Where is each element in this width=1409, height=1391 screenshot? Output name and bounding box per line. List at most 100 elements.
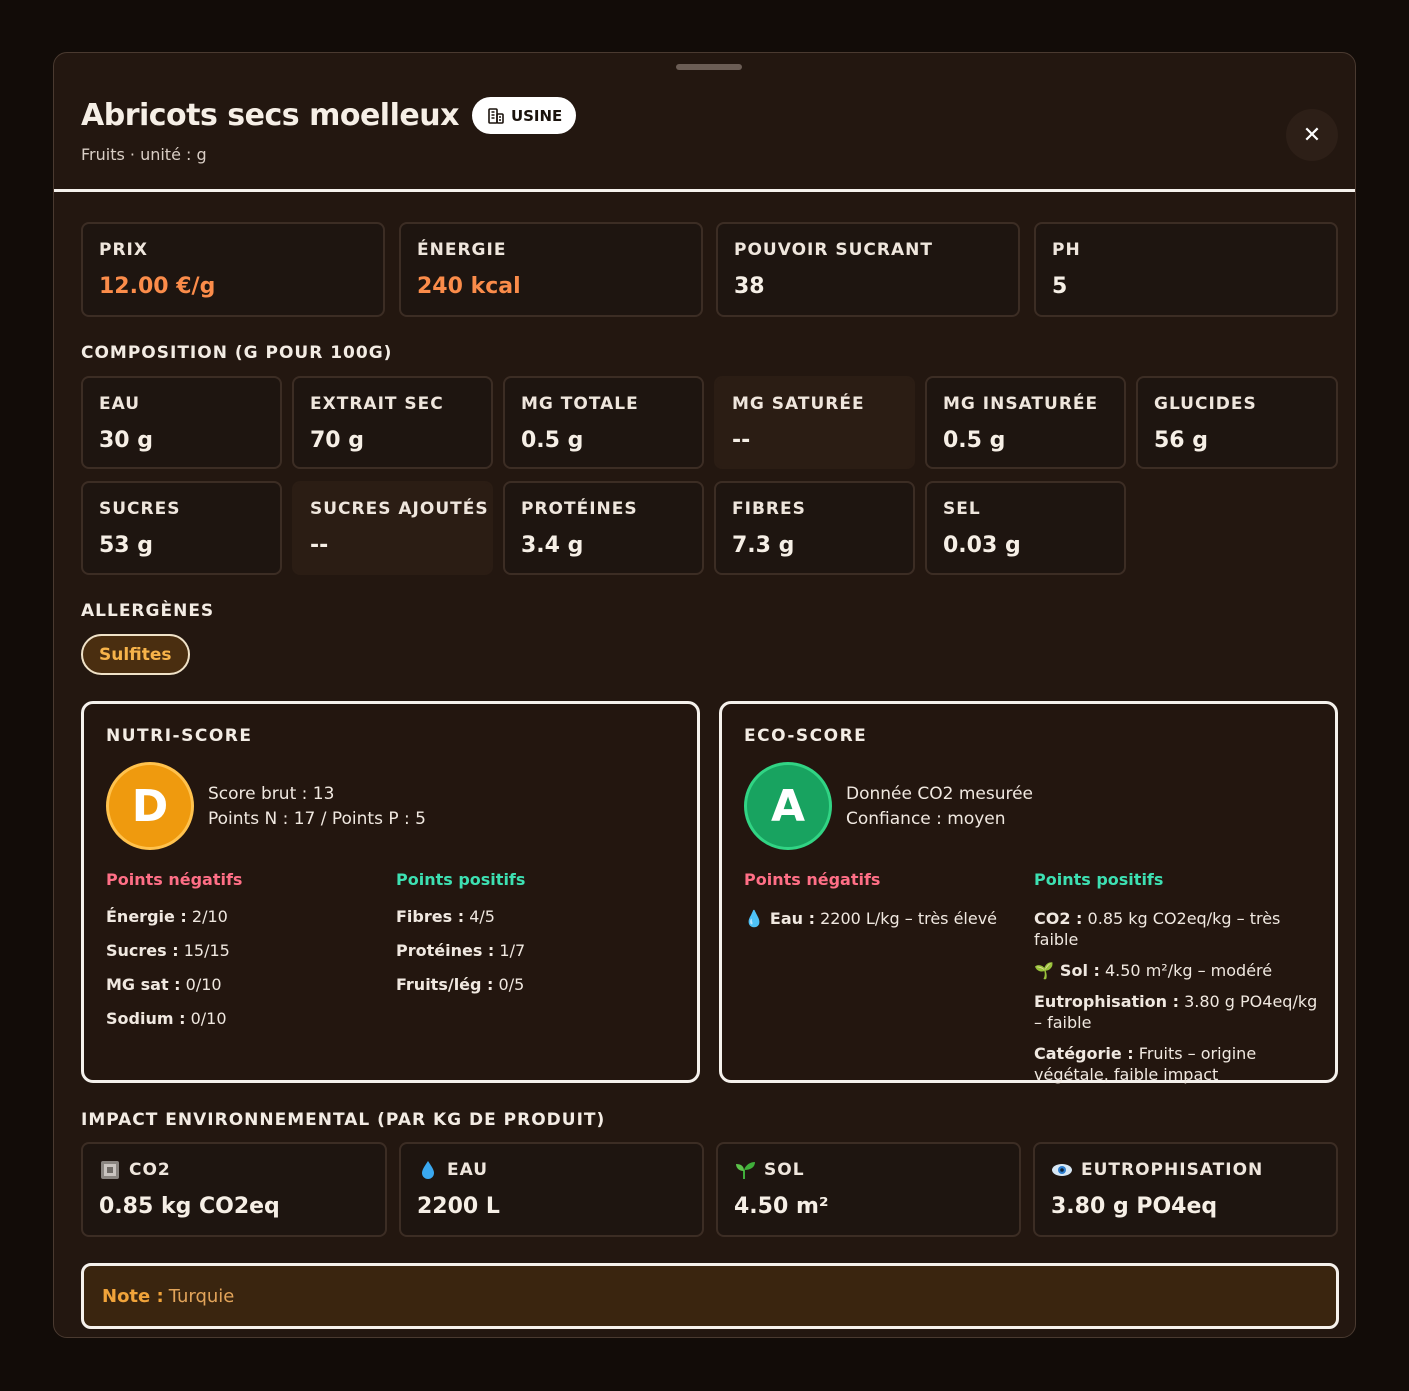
stat-value: 12.00 €/g bbox=[99, 274, 216, 299]
close-button[interactable]: ✕ bbox=[1286, 109, 1338, 161]
eye-icon bbox=[1051, 1160, 1073, 1180]
list-item: MG sat : 0/10 bbox=[106, 975, 222, 994]
impact-value: 2200 L bbox=[417, 1194, 500, 1219]
stat-label: PRIX bbox=[99, 240, 148, 260]
composition-card-fibres: FIBRES 7.3 g bbox=[714, 481, 915, 575]
impact-value: 3.80 g PO4eq bbox=[1051, 1194, 1218, 1219]
nutri-raw-score: Score brut : 13 bbox=[208, 784, 335, 804]
impact-card-eutrophisation: EUTROPHISATION 3.80 g PO4eq bbox=[1033, 1142, 1338, 1237]
product-title: Abricots secs moelleux bbox=[81, 98, 459, 133]
nutri-score-panel: NUTRI-SCORE D Score brut : 13 Points N :… bbox=[81, 701, 700, 1083]
usine-badge: USINE bbox=[471, 97, 577, 134]
comp-label: EXTRAIT SEC bbox=[310, 394, 444, 414]
composition-card-eau: EAU 30 g bbox=[81, 376, 282, 469]
comp-label: EAU bbox=[99, 394, 141, 414]
eco-negative-title: Points négatifs bbox=[744, 870, 881, 889]
impact-value: 4.50 m² bbox=[734, 1194, 829, 1219]
list-item: Énergie : 2/10 bbox=[106, 907, 228, 926]
factory-icon bbox=[488, 107, 504, 124]
usine-badge-label: USINE bbox=[510, 106, 563, 125]
nutri-grade: D bbox=[106, 762, 194, 850]
list-item: Eutrophisation : 3.80 g PO4eq/kg – faibl… bbox=[1034, 992, 1318, 1032]
comp-label: SUCRES AJOUTÉS bbox=[310, 499, 489, 519]
list-item: Catégorie : Fruits – origine végétale, f… bbox=[1034, 1044, 1257, 1084]
composition-title: COMPOSITION (G POUR 100G) bbox=[81, 343, 393, 363]
list-item: Sodium : 0/10 bbox=[106, 1009, 227, 1028]
allergen-chip[interactable]: Sulfites bbox=[81, 634, 190, 675]
impact-card-co2: CO2 0.85 kg CO2eq bbox=[81, 1142, 387, 1237]
comp-label: MG INSATURÉE bbox=[943, 394, 1099, 414]
list-item: Sucres : 15/15 bbox=[106, 941, 230, 960]
modal-header: Abricots secs moelleux USINE Fruits · un… bbox=[54, 53, 1355, 192]
eco-grade: A bbox=[744, 762, 832, 850]
comp-value: 56 g bbox=[1154, 428, 1209, 453]
stat-value: 240 kcal bbox=[417, 274, 521, 299]
comp-value: 30 g bbox=[99, 428, 154, 453]
note-box: Note : Turquie bbox=[81, 1263, 1339, 1329]
impact-card-sol: SOL 4.50 m² bbox=[716, 1142, 1021, 1237]
impact-card-eau: EAU 2200 L bbox=[399, 1142, 704, 1237]
composition-card-sucres-ajoutes: SUCRES AJOUTÉS -- bbox=[292, 481, 493, 575]
comp-value: -- bbox=[732, 428, 751, 453]
composition-card-mg-saturee: MG SATURÉE -- bbox=[714, 376, 915, 469]
stat-value: 5 bbox=[1052, 274, 1068, 299]
factory-icon bbox=[99, 1160, 121, 1180]
nutri-score-title: NUTRI-SCORE bbox=[106, 726, 253, 746]
nutri-info: Score brut : 13 Points N : 17 / Points P… bbox=[208, 782, 426, 832]
composition-card-sel: SEL 0.03 g bbox=[925, 481, 1126, 575]
eco-positive-list: CO2 : 0.85 kg CO2eq/kg – très faible 🌱 So… bbox=[1034, 908, 1319, 1095]
eco-score-title: ECO-SCORE bbox=[744, 726, 868, 746]
comp-value: 3.4 g bbox=[521, 533, 584, 558]
comp-value: 7.3 g bbox=[732, 533, 795, 558]
comp-label: FIBRES bbox=[732, 499, 806, 519]
comp-value: 0.5 g bbox=[943, 428, 1006, 453]
list-item: 💧 Eau : 2200 L/kg – très élevé bbox=[744, 909, 998, 928]
nutri-positive-list: Fibres : 4/5 Protéines : 1/7 Fruits/lég … bbox=[396, 908, 681, 1010]
composition-card-glucides: GLUCIDES 56 g bbox=[1136, 376, 1338, 469]
impact-label: SOL bbox=[734, 1160, 805, 1180]
impact-label: EUTROPHISATION bbox=[1051, 1160, 1263, 1180]
eco-positive-title: Points positifs bbox=[1034, 870, 1164, 889]
list-item: Protéines : 1/7 bbox=[396, 941, 526, 960]
seedling-icon: 🌱 bbox=[1034, 961, 1054, 980]
eco-confidence: Confiance : moyen bbox=[846, 809, 1006, 829]
comp-label: SEL bbox=[943, 499, 981, 519]
nutri-positive-title: Points positifs bbox=[396, 870, 526, 889]
comp-label: GLUCIDES bbox=[1154, 394, 1257, 414]
comp-value: -- bbox=[310, 533, 329, 558]
comp-label: PROTÉINES bbox=[521, 499, 638, 519]
comp-value: 70 g bbox=[310, 428, 365, 453]
comp-label: MG SATURÉE bbox=[732, 394, 865, 414]
nutri-negative-title: Points négatifs bbox=[106, 870, 243, 889]
impact-value: 0.85 kg CO2eq bbox=[99, 1194, 280, 1219]
composition-card-proteines: PROTÉINES 3.4 g bbox=[503, 481, 704, 575]
stat-label: ÉNERGIE bbox=[417, 240, 507, 260]
droplet-icon bbox=[417, 1160, 439, 1180]
note-value: Turquie bbox=[168, 1285, 235, 1307]
comp-label: SUCRES bbox=[99, 499, 181, 519]
list-item: Fibres : 4/5 bbox=[396, 907, 495, 926]
stat-card-sweetness: POUVOIR SUCRANT 38 bbox=[716, 222, 1020, 317]
stat-value: 38 bbox=[734, 274, 765, 299]
list-item: 🌱 Sol : 4.50 m²/kg – modéré bbox=[1034, 961, 1273, 980]
comp-label: MG TOTALE bbox=[521, 394, 639, 414]
comp-value: 0.03 g bbox=[943, 533, 1021, 558]
eco-co2-source: Donnée CO2 mesurée bbox=[846, 784, 1034, 804]
impact-label: CO2 bbox=[99, 1160, 171, 1180]
product-detail-modal: Abricots secs moelleux USINE Fruits · un… bbox=[53, 52, 1356, 1338]
stat-label: POUVOIR SUCRANT bbox=[734, 240, 933, 260]
stat-card-ph: PH 5 bbox=[1034, 222, 1338, 317]
stat-label: PH bbox=[1052, 240, 1081, 260]
seedling-icon bbox=[734, 1160, 756, 1180]
title-row: Abricots secs moelleux USINE bbox=[81, 97, 577, 134]
allergens-title: ALLERGÈNES bbox=[81, 601, 215, 621]
eco-score-panel: ECO-SCORE A Donnée CO2 mesurée Confiance… bbox=[719, 701, 1338, 1084]
eco-info: Donnée CO2 mesurée Confiance : moyen bbox=[846, 782, 1033, 832]
impact-title: IMPACT ENVIRONNEMENTAL (PAR KG DE PRODUI… bbox=[81, 1110, 606, 1130]
product-subtitle: Fruits · unité : g bbox=[81, 145, 207, 164]
nutri-negative-list: Énergie : 2/10 Sucres : 15/15 MG sat : 0… bbox=[106, 908, 391, 1044]
composition-card-mg-totale: MG TOTALE 0.5 g bbox=[503, 376, 704, 469]
nutri-points: Points N : 17 / Points P : 5 bbox=[208, 809, 426, 829]
droplet-icon: 💧 bbox=[744, 909, 764, 928]
comp-value: 0.5 g bbox=[521, 428, 584, 453]
